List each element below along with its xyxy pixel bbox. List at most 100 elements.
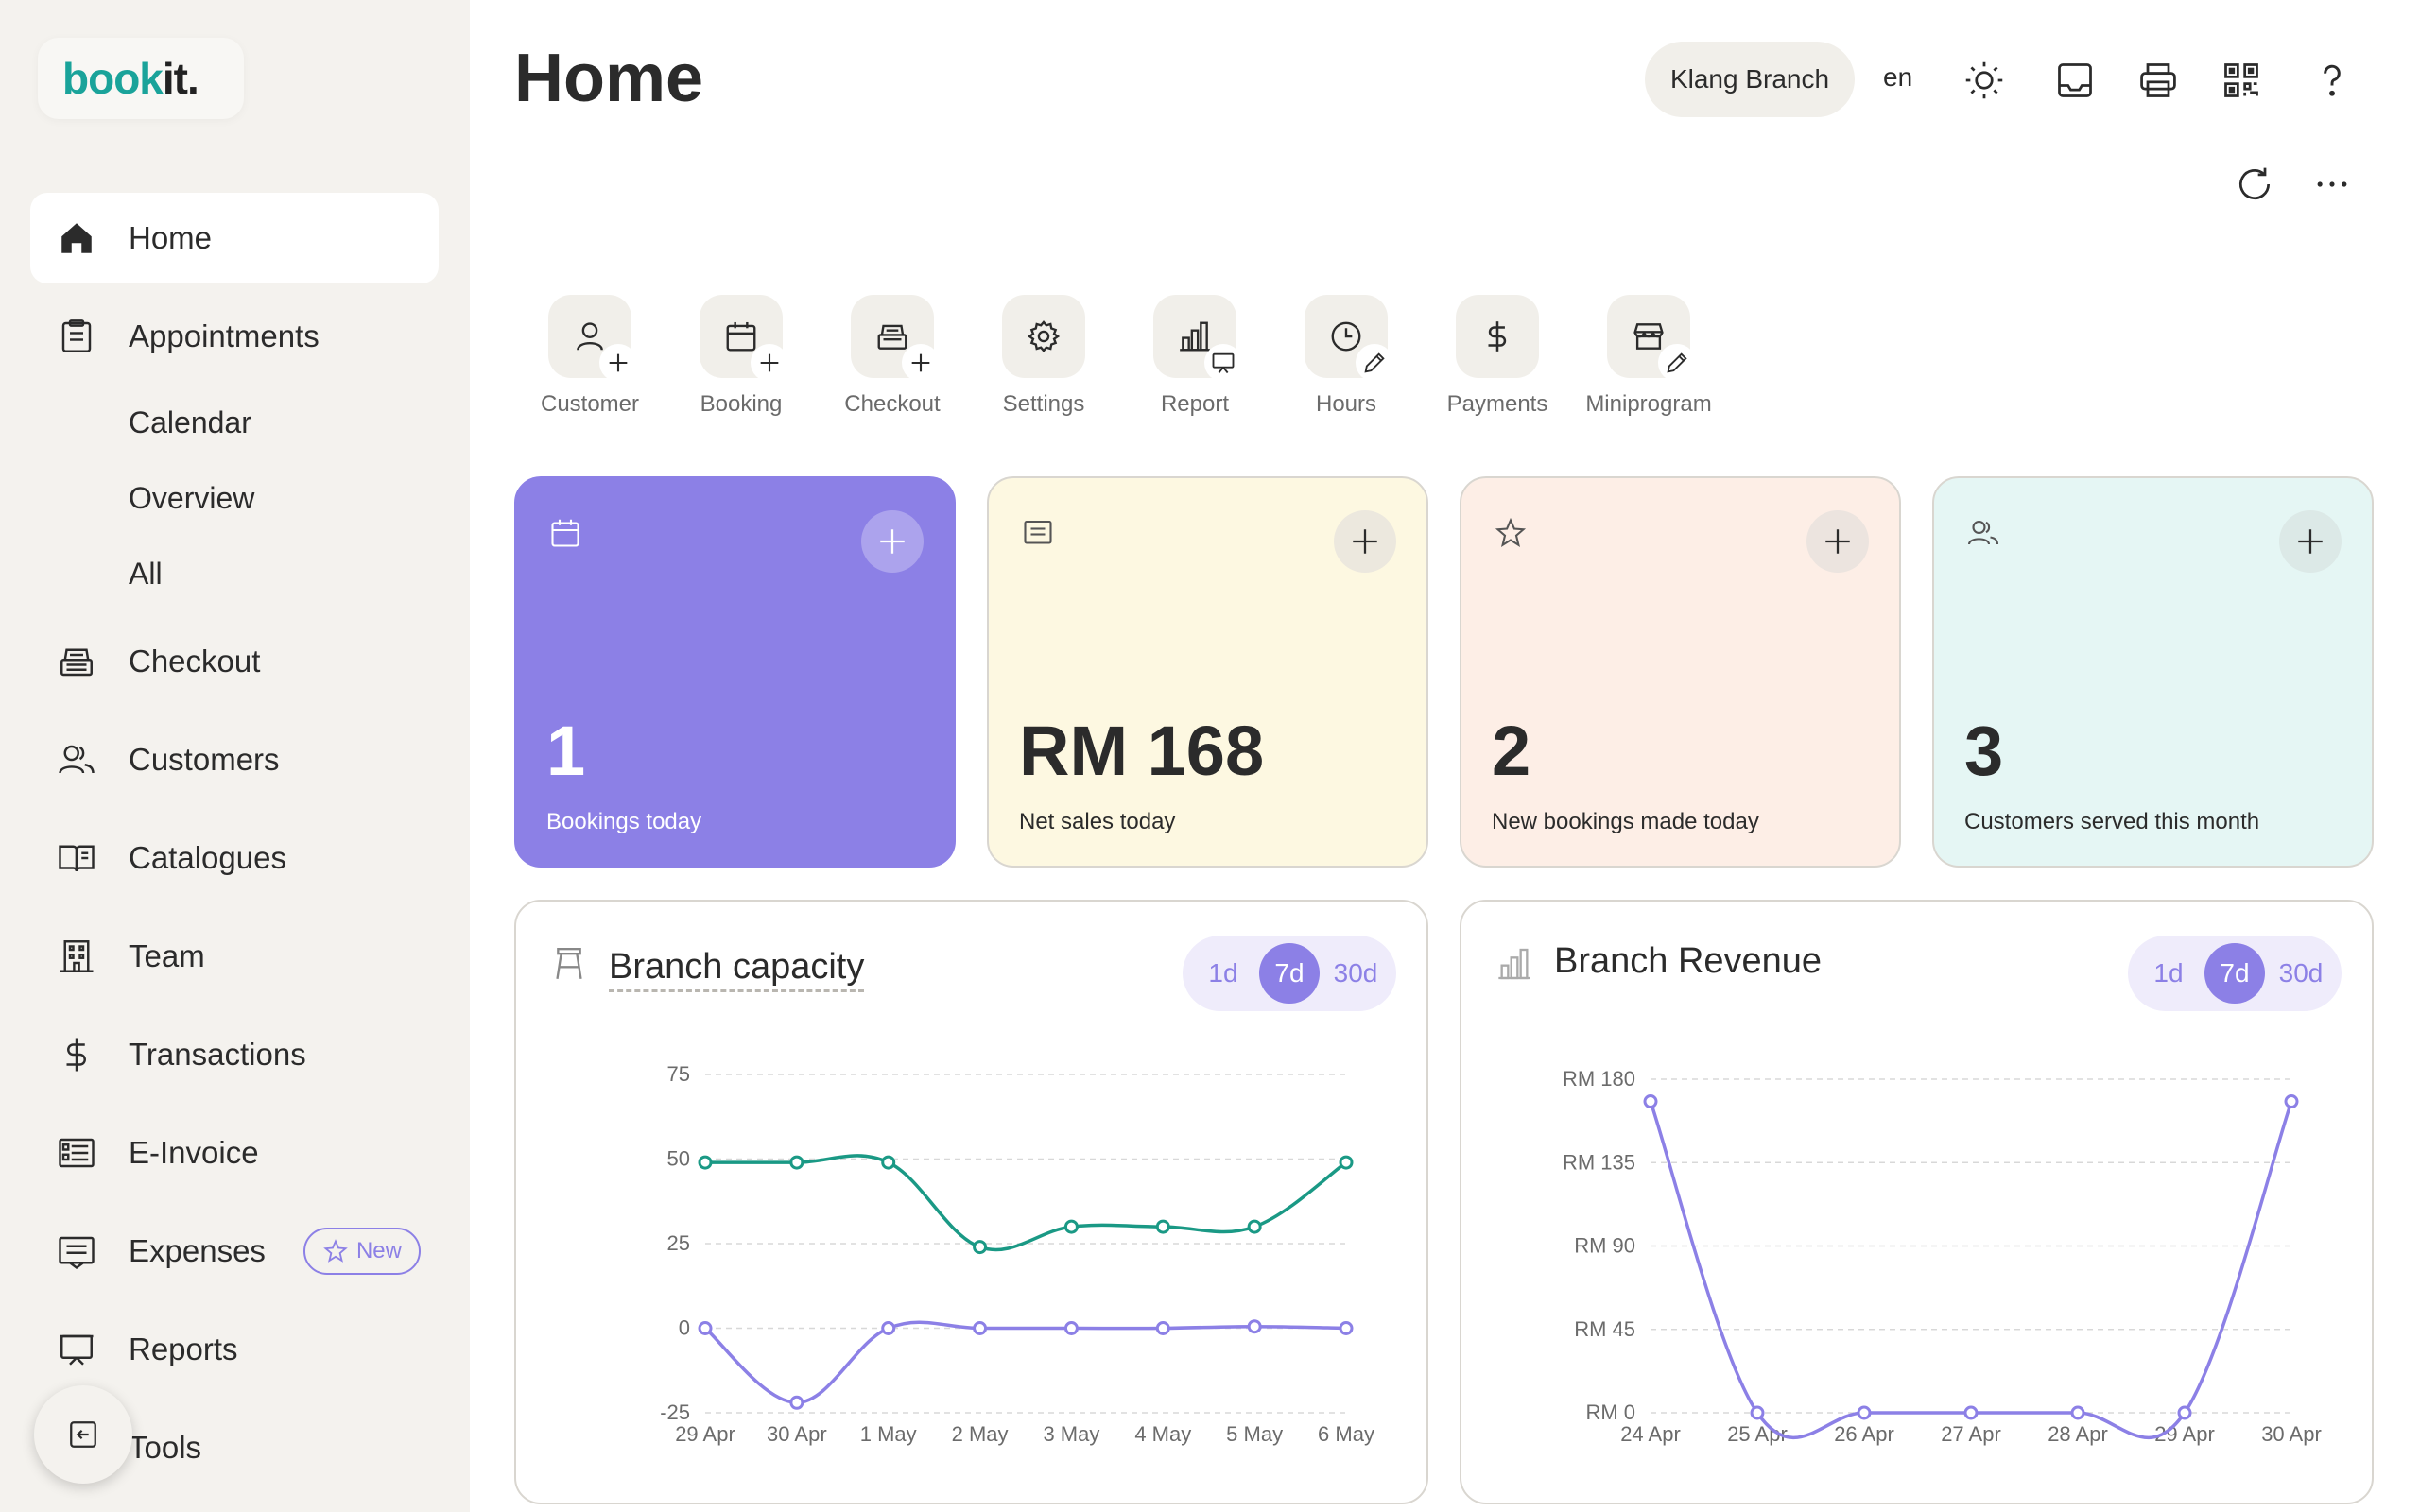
branch-selector[interactable]: Klang Branch: [1645, 42, 1855, 117]
y-tick-label: 0: [679, 1316, 690, 1340]
add-customer-button[interactable]: [2279, 510, 2342, 573]
sidebar-subitem-calendar[interactable]: Calendar: [129, 394, 251, 451]
collapse-sidebar-button[interactable]: [34, 1385, 132, 1484]
qr-code-icon[interactable]: [2218, 57, 2265, 104]
stat-card-customers-served[interactable]: 3 Customers served this month: [1932, 476, 2374, 868]
quick-action-booking[interactable]: Booking: [666, 295, 817, 427]
data-point[interactable]: [973, 1321, 988, 1335]
quick-action-label: Hours: [1315, 391, 1377, 417]
data-point[interactable]: [2284, 1094, 2299, 1109]
quick-action-checkout[interactable]: Checkout: [817, 295, 968, 427]
data-point[interactable]: [698, 1321, 713, 1335]
stat-card-bookings-today[interactable]: 1 Bookings today: [514, 476, 956, 868]
invoice-icon: [55, 1131, 98, 1175]
quick-action-miniprogram[interactable]: Miniprogram: [1573, 295, 1724, 427]
data-point[interactable]: [1339, 1321, 1354, 1335]
quick-action-label: Report: [1160, 391, 1230, 417]
data-point[interactable]: [1155, 1321, 1170, 1335]
x-tick-label: 24 Apr: [1620, 1422, 1681, 1446]
more-options-icon[interactable]: [2308, 161, 2356, 208]
users-icon: [1967, 520, 1999, 545]
sidebar-item-catalogues[interactable]: Catalogues: [30, 813, 439, 903]
quick-action-label: Settings: [1002, 391, 1085, 417]
quick-action-payments[interactable]: Payments: [1422, 295, 1573, 427]
sidebar-item-label: Tools: [129, 1430, 202, 1465]
refresh-icon[interactable]: [2231, 161, 2278, 208]
sidebar-item-label: Appointments: [129, 318, 320, 353]
sidebar-item-label: Checkout: [129, 644, 261, 679]
x-tick-label: 4 May: [1134, 1422, 1191, 1446]
quick-action-settings[interactable]: Settings: [968, 295, 1119, 427]
inbox-icon[interactable]: [2051, 57, 2099, 104]
add-sale-button[interactable]: [1334, 510, 1396, 573]
x-tick-label: 29 Apr: [675, 1422, 735, 1446]
data-point[interactable]: [789, 1155, 804, 1170]
stat-card-new-bookings[interactable]: 2 New bookings made today: [1460, 476, 1901, 868]
data-point[interactable]: [1339, 1155, 1354, 1170]
data-point[interactable]: [1063, 1321, 1079, 1335]
sidebar-item-home[interactable]: Home: [30, 193, 439, 284]
y-tick-label: RM 45: [1574, 1317, 1635, 1341]
data-point[interactable]: [1750, 1405, 1765, 1420]
stat-label: Customers served this month: [1964, 809, 2260, 834]
data-point[interactable]: [698, 1155, 713, 1170]
x-tick-label: 1 May: [860, 1422, 917, 1446]
x-tick-label: 2 May: [952, 1422, 1009, 1446]
add-booking-button[interactable]: [861, 510, 924, 573]
data-point[interactable]: [1963, 1405, 1979, 1420]
series-line: [703, 1320, 1347, 1405]
data-point[interactable]: [881, 1155, 896, 1170]
brand-logo[interactable]: book it.: [38, 38, 244, 119]
sidebar-subitem-overview[interactable]: Overview: [129, 470, 254, 526]
user-icon: [577, 322, 603, 351]
store-icon: [1634, 323, 1664, 350]
stat-card-net-sales[interactable]: RM 168 Net sales today: [987, 476, 1428, 868]
data-point[interactable]: [1247, 1319, 1262, 1334]
quick-action-report[interactable]: Report: [1119, 295, 1270, 427]
stat-value: RM 168: [1019, 712, 1265, 790]
help-icon[interactable]: [2308, 57, 2356, 104]
plus-icon: [1825, 529, 1850, 554]
clock-icon: [1331, 321, 1361, 352]
x-tick-label: 6 May: [1318, 1422, 1374, 1446]
data-point[interactable]: [789, 1395, 804, 1410]
sidebar-item-checkout[interactable]: Checkout: [30, 616, 439, 707]
data-point[interactable]: [1643, 1094, 1658, 1109]
sun-icon[interactable]: [1961, 57, 2008, 104]
data-point[interactable]: [1155, 1219, 1170, 1234]
x-tick-label: 5 May: [1226, 1422, 1283, 1446]
quick-action-label: Miniprogram: [1585, 391, 1712, 417]
sidebar-subitem-all[interactable]: All: [129, 545, 163, 602]
sidebar-item-e-invoice[interactable]: E-Invoice: [30, 1108, 439, 1198]
presentation-icon: [1212, 352, 1235, 374]
sidebar-item-label: Transactions: [129, 1037, 306, 1072]
language-selector[interactable]: en: [1883, 62, 1912, 93]
branch-capacity-card: Branch capacity 1d 7d 30d 75 50 25 0 -25 29 A…: [514, 900, 1428, 1504]
sidebar-item-appointments[interactable]: Appointments: [30, 291, 439, 382]
data-point[interactable]: [2070, 1405, 2085, 1420]
quick-action-customer[interactable]: Customer: [514, 295, 666, 427]
data-point[interactable]: [1247, 1219, 1262, 1234]
x-tick-label: 30 Apr: [2261, 1422, 2322, 1446]
dollar-icon: [55, 1033, 98, 1076]
data-point[interactable]: [881, 1321, 896, 1335]
receipt-icon: [55, 1229, 98, 1273]
sidebar-item-expenses[interactable]: Expenses New: [30, 1206, 439, 1297]
sidebar-item-reports[interactable]: Reports: [30, 1304, 439, 1395]
data-point[interactable]: [1857, 1405, 1872, 1420]
data-point[interactable]: [1063, 1219, 1079, 1234]
sidebar-item-customers[interactable]: Customers: [30, 714, 439, 805]
plus-icon: [880, 529, 905, 554]
y-tick-label: RM 90: [1574, 1234, 1635, 1258]
y-tick-label: 50: [667, 1147, 690, 1171]
printer-icon[interactable]: [2135, 57, 2182, 104]
sidebar-item-team[interactable]: Team: [30, 911, 439, 1002]
users-icon: [55, 738, 98, 782]
sidebar-item-transactions[interactable]: Transactions: [30, 1009, 439, 1100]
data-point[interactable]: [2177, 1405, 2192, 1420]
add-new-booking-button[interactable]: [1806, 510, 1869, 573]
x-tick-label: 30 Apr: [767, 1422, 827, 1446]
dollar-icon: [1488, 321, 1507, 352]
quick-action-hours[interactable]: Hours: [1270, 295, 1422, 427]
data-point[interactable]: [973, 1240, 988, 1255]
